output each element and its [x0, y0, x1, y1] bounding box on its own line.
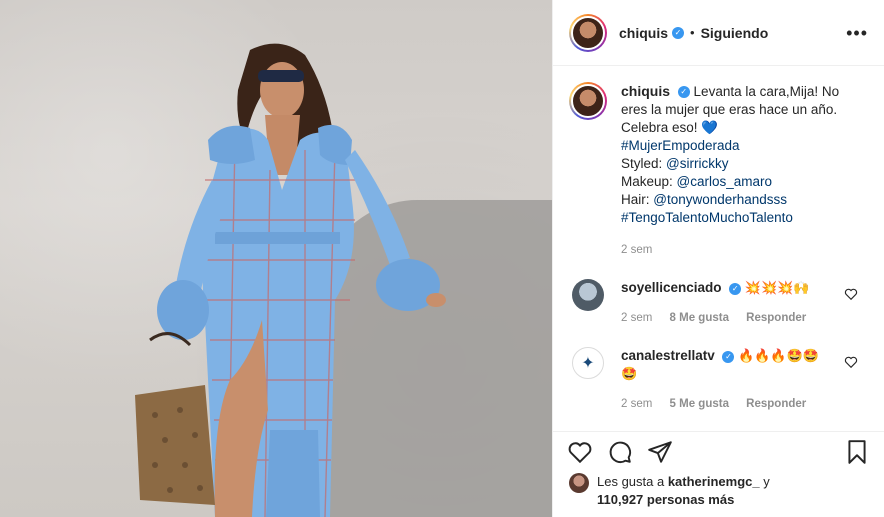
caption-text-line: eres la mujer que eras hace un año. — [621, 102, 838, 117]
caption-text-line: Celebra eso! 💙 — [621, 120, 719, 135]
likes-connector: y — [759, 474, 770, 489]
follow-status-button[interactable]: Siguiendo — [701, 25, 769, 41]
like-heart-icon[interactable] — [567, 439, 593, 465]
verified-badge-icon: ✓ — [729, 282, 742, 295]
caption-username[interactable]: chiquis — [621, 83, 670, 99]
post-photo[interactable] — [0, 0, 552, 517]
post-header: chiquis ✓ • Siguiendo ••• — [553, 0, 884, 66]
hashtag-link[interactable]: #MujerEmpoderada — [621, 137, 839, 155]
likes-prefix: Les gusta a — [597, 474, 668, 489]
verified-badge-icon: ✓ — [677, 86, 690, 99]
comment-item: ✦ canalestrellatv ✓ 🔥🔥🔥🤩🤩 🤩 2 sem 5 Me g… — [569, 347, 868, 413]
liker-username[interactable]: katherinemgc_ — [668, 474, 760, 489]
comment-item: soyellicenciado ✓ 💥💥💥🙌 2 sem 8 Me gusta … — [569, 279, 868, 327]
hashtag-link[interactable]: #TengoTalentoMuchoTalento — [621, 209, 839, 227]
comment-bubble-icon[interactable] — [607, 439, 633, 465]
comment-meta: 2 sem 5 Me gusta Responder — [621, 395, 820, 413]
star-logo-icon: ✦ — [581, 355, 595, 372]
caption-avatar[interactable] — [569, 82, 607, 120]
credit-label: Makeup: — [621, 174, 677, 189]
share-paper-plane-icon[interactable] — [647, 439, 673, 465]
caption-timestamp[interactable]: 2 sem — [621, 241, 839, 259]
reply-button[interactable]: Responder — [746, 398, 806, 410]
verified-badge-icon: ✓ — [672, 26, 685, 39]
likes-summary: Les gusta a katherinemgc_ y 110,927 pers… — [553, 471, 884, 517]
post-sidebar: chiquis ✓ • Siguiendo ••• chiquis ✓ Leva… — [552, 0, 884, 517]
save-bookmark-icon[interactable] — [844, 439, 870, 465]
comment-timestamp[interactable]: 2 sem — [621, 312, 652, 324]
caption-body: chiquis ✓ Levanta la cara,Mija! No eres … — [621, 82, 839, 259]
likes-text: Les gusta a katherinemgc_ y 110,927 pers… — [597, 473, 770, 509]
caption-text-line: Levanta la cara,Mija! No — [693, 84, 840, 99]
comment-meta: 2 sem 8 Me gusta Responder — [621, 309, 820, 327]
separator-dot: • — [690, 25, 695, 40]
more-options-icon[interactable]: ••• — [846, 24, 868, 42]
instagram-post: chiquis ✓ • Siguiendo ••• chiquis ✓ Leva… — [0, 0, 884, 517]
woman-illustration — [135, 43, 446, 517]
comment-like-heart-icon[interactable] — [844, 287, 858, 301]
author-username[interactable]: chiquis — [619, 25, 668, 41]
mention-link[interactable]: @sirrickky — [666, 156, 728, 171]
comment-body: canalestrellatv ✓ 🔥🔥🔥🤩🤩 🤩 2 sem 5 Me gus… — [621, 347, 860, 413]
mention-link[interactable]: @carlos_amaro — [677, 174, 773, 189]
reply-button[interactable]: Responder — [746, 312, 806, 324]
comment-like-heart-icon[interactable] — [844, 355, 858, 369]
comment-likes[interactable]: 5 Me gusta — [670, 398, 729, 410]
mention-link[interactable]: @tonywonderhandsss — [653, 192, 787, 207]
commenter-avatar[interactable] — [572, 279, 604, 311]
comment-body: soyellicenciado ✓ 💥💥💥🙌 2 sem 8 Me gusta … — [621, 279, 860, 327]
comments-section: chiquis ✓ Levanta la cara,Mija! No eres … — [553, 66, 884, 431]
author-avatar[interactable] — [569, 13, 607, 52]
commenter-avatar[interactable]: ✦ — [572, 347, 604, 379]
credit-label: Hair: — [621, 192, 654, 207]
comment-text: 💥💥💥🙌 — [744, 280, 810, 295]
caption: chiquis ✓ Levanta la cara,Mija! No eres … — [569, 82, 868, 259]
liker-avatar[interactable] — [569, 473, 589, 493]
comment-text: 🤩 — [621, 366, 638, 381]
commenter-username[interactable]: canalestrellatv — [621, 348, 715, 363]
comment-likes[interactable]: 8 Me gusta — [670, 312, 729, 324]
comment-timestamp[interactable]: 2 sem — [621, 398, 652, 410]
likes-count[interactable]: 110,927 personas más — [597, 492, 734, 507]
action-bar — [553, 431, 884, 471]
comment-text: 🔥🔥🔥🤩🤩 — [738, 348, 819, 363]
credit-label: Styled: — [621, 156, 667, 171]
verified-badge-icon: ✓ — [722, 350, 735, 363]
commenter-username[interactable]: soyellicenciado — [621, 280, 722, 295]
